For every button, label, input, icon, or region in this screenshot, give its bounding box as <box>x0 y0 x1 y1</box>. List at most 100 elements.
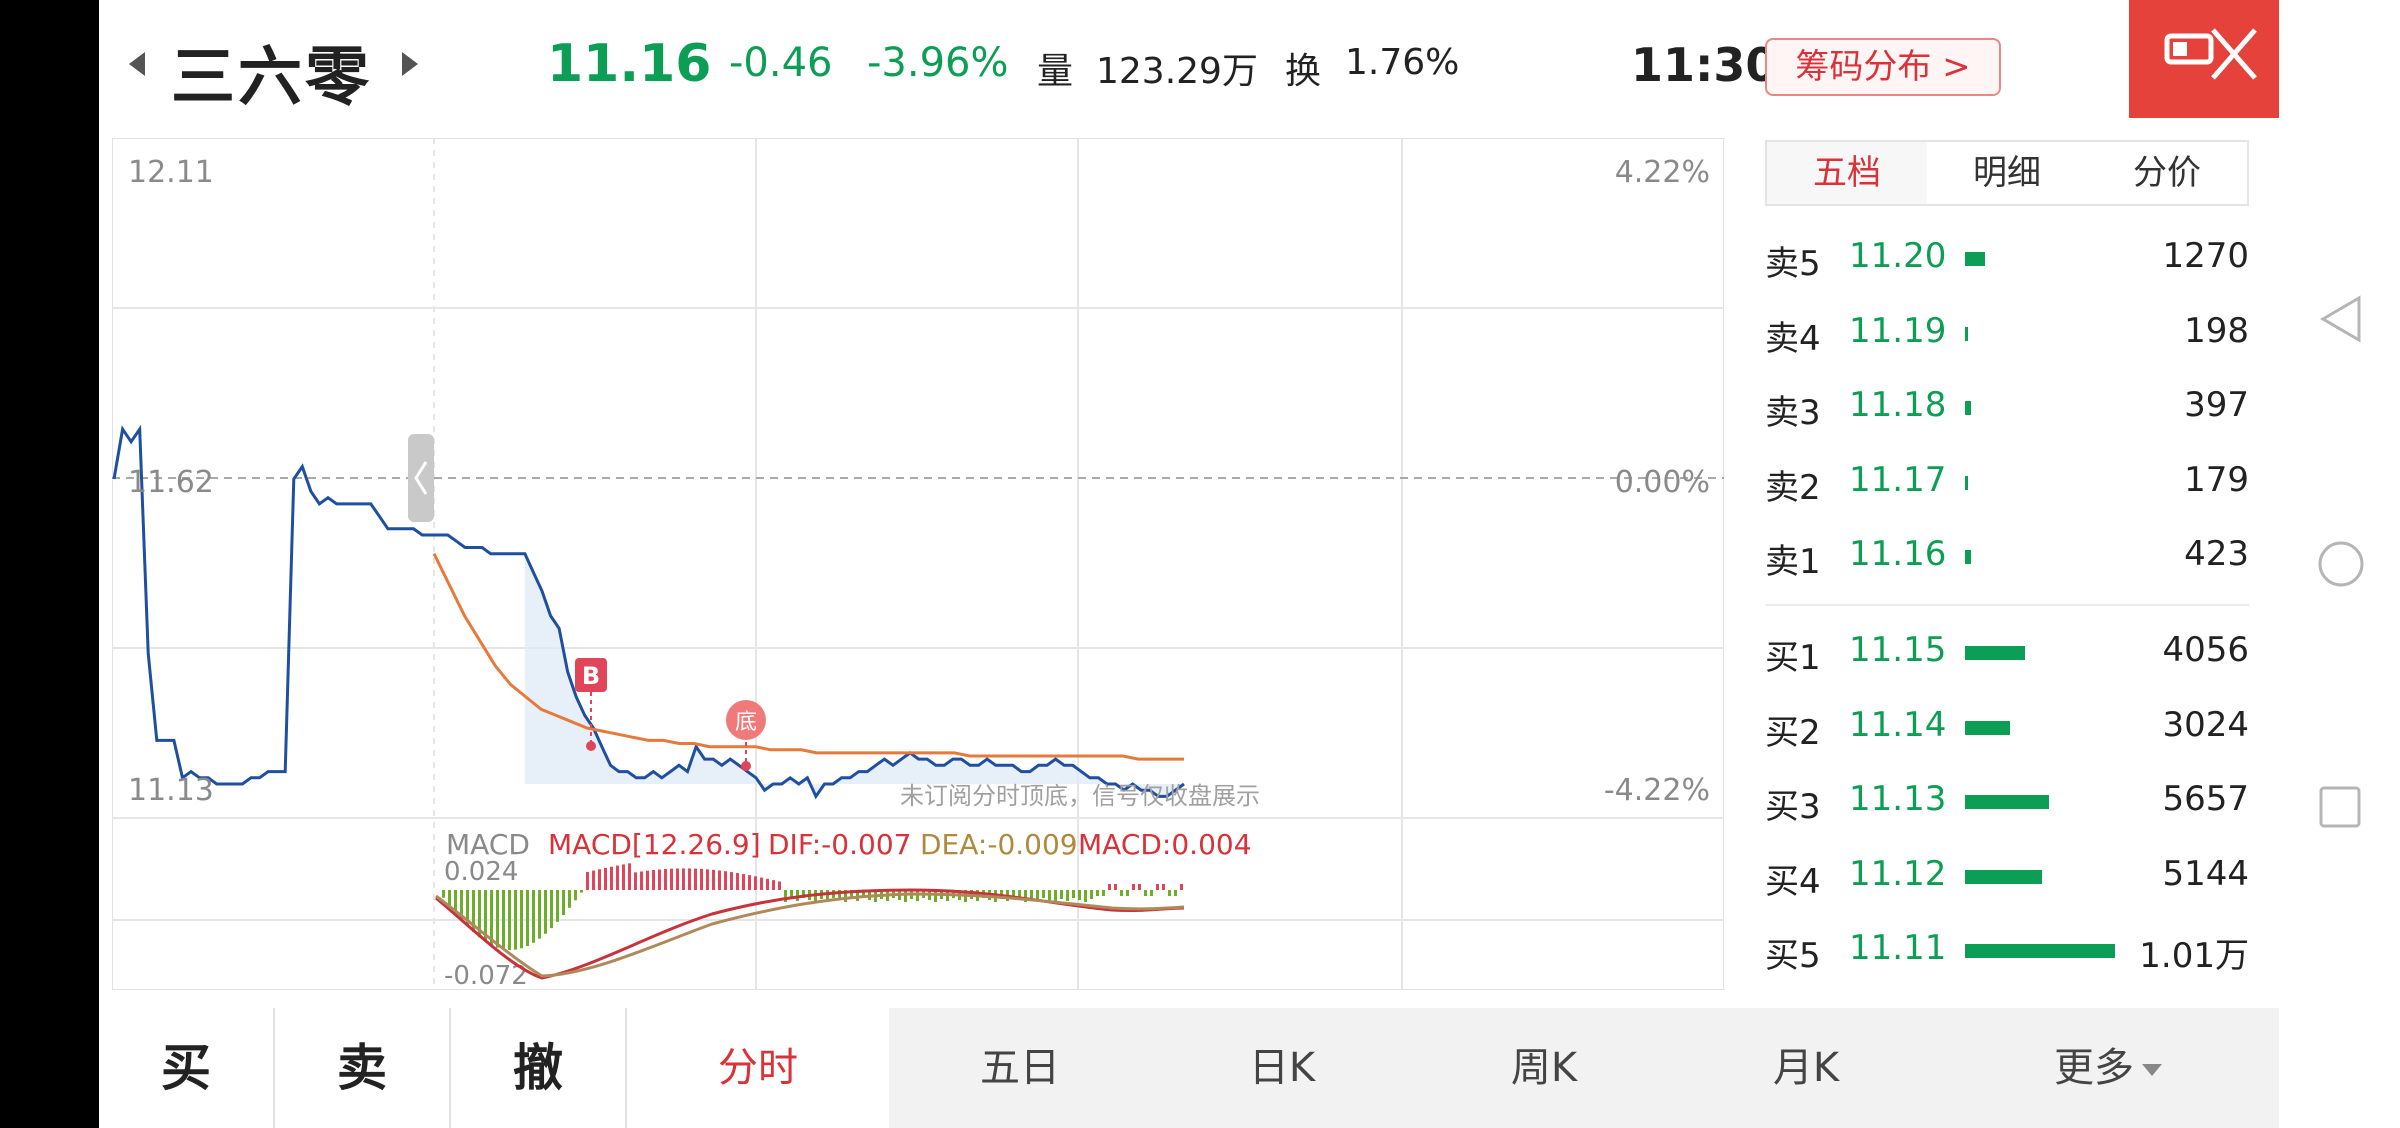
macd-bar <box>1174 890 1177 896</box>
sell-level-row[interactable]: 卖3 11.18 397 <box>1765 379 2249 435</box>
level-volume-bar <box>1965 869 2042 884</box>
buy-button[interactable]: 买 <box>99 1008 275 1128</box>
cancel-order-button[interactable]: 撤 <box>451 1008 627 1128</box>
macd-bar <box>772 880 775 890</box>
tab-weekly-k[interactable]: 周K <box>1413 1008 1675 1128</box>
tab-more[interactable]: 更多 <box>1937 1008 2279 1128</box>
macd-bar <box>724 871 727 890</box>
home-icon[interactable] <box>2318 541 2364 587</box>
level-label: 买2 <box>1765 712 1821 753</box>
macd-bar <box>1114 884 1117 890</box>
macd-bar <box>592 870 595 890</box>
macd-bar <box>736 873 739 890</box>
level-volume-bar <box>1965 720 2010 735</box>
level-volume: 3024 <box>2162 704 2249 745</box>
macd-bar <box>664 869 667 890</box>
level-volume: 5144 <box>2162 853 2249 894</box>
macd-bar <box>628 863 631 890</box>
sell-level-row[interactable]: 卖4 11.19 198 <box>1765 305 2249 361</box>
order-book-divider <box>1765 604 2249 606</box>
level-label: 买3 <box>1765 787 1821 827</box>
price-axis-top: 12.11 <box>128 155 214 190</box>
volume-value: 123.29万 <box>1096 51 1258 92</box>
sell-level-row[interactable]: 卖1 11.16 423 <box>1765 528 2249 584</box>
macd-bar <box>610 866 613 890</box>
buy-level-row[interactable]: 买1 11.15 4056 <box>1765 624 2249 680</box>
bottom-signal-label: 底 <box>735 710 757 735</box>
level-price: 11.16 <box>1849 534 1947 574</box>
level-label: 卖5 <box>1765 244 1821 284</box>
chip-distribution-button[interactable]: 筹码分布 > <box>1765 38 2001 96</box>
back-icon[interactable] <box>2320 295 2361 343</box>
macd-bar <box>580 890 583 893</box>
level-label: 买5 <box>1765 936 1821 976</box>
level-price: 11.14 <box>1849 704 1947 745</box>
tab-five-levels[interactable]: 五档 <box>1767 142 1927 204</box>
macd-bar <box>1102 890 1105 896</box>
tab-five-day[interactable]: 五日 <box>889 1008 1151 1128</box>
level-label: 买4 <box>1765 861 1821 902</box>
tab-monthly-k[interactable]: 月K <box>1675 1008 1937 1128</box>
macd-bar <box>496 890 499 948</box>
macd-bar <box>1144 890 1147 896</box>
more-label: 更多 <box>2054 1045 2134 1091</box>
recents-icon[interactable] <box>2319 786 2361 828</box>
level-volume: 1270 <box>2162 236 2249 276</box>
buy-signal-label: B <box>582 662 600 690</box>
level-volume: 179 <box>2184 459 2249 500</box>
macd-axis-top: 0.024 <box>444 857 518 887</box>
tab-intraday[interactable]: 分时 <box>627 1008 889 1128</box>
macd-bar <box>1138 884 1141 890</box>
macd-bar <box>1150 890 1153 896</box>
macd-bar <box>1132 884 1135 890</box>
bottom-bar: 买 卖 撤 分时 五日 日K 周K 月K 更多 <box>99 1008 2279 1128</box>
macd-bar <box>1162 884 1165 890</box>
price-axis-mid: 11.62 <box>128 465 214 500</box>
intraday-chart[interactable]: 12.11 11.62 11.13 4.22% 0.00% -4.22% B 底… <box>112 138 1724 990</box>
macd-bar <box>748 875 751 890</box>
buy-level-row[interactable]: 买5 11.11 1.01万 <box>1765 922 2249 978</box>
macd-bar <box>1180 884 1183 890</box>
level-price: 11.11 <box>1849 928 1947 968</box>
tab-daily-k[interactable]: 日K <box>1151 1008 1413 1128</box>
macd-bar <box>508 890 511 950</box>
macd-bar <box>622 864 625 890</box>
macd-bar <box>694 868 697 890</box>
chevron-down-icon <box>2142 1064 2162 1076</box>
macd-bar <box>658 869 661 890</box>
sell-button[interactable]: 卖 <box>275 1008 451 1128</box>
signal-watermark: 未订阅分时顶底，信号仅收盘展示 <box>900 782 1260 810</box>
level-volume: 397 <box>2184 385 2249 425</box>
macd-bar <box>778 881 781 890</box>
chart-border <box>112 138 1724 990</box>
price-change: -0.46 <box>729 40 833 86</box>
macd-bar <box>544 890 547 934</box>
close-button[interactable] <box>2129 0 2279 118</box>
macd-bar <box>598 869 601 890</box>
macd-bar <box>526 890 529 947</box>
macd-bar <box>676 868 679 890</box>
level-volume-bar <box>1965 795 2049 809</box>
level-label: 卖2 <box>1765 467 1821 508</box>
level-volume-bar <box>1965 326 1968 341</box>
buy-level-row[interactable]: 买2 11.14 3024 <box>1765 699 2249 755</box>
collapse-handle[interactable] <box>408 434 434 522</box>
next-stock-icon[interactable] <box>402 52 418 76</box>
sell-level-row[interactable]: 卖2 11.17 179 <box>1765 454 2249 510</box>
tab-details[interactable]: 明细 <box>1927 142 2087 204</box>
macd-bar <box>586 871 589 890</box>
sell-level-row[interactable]: 卖5 11.20 1270 <box>1765 230 2249 286</box>
buy-level-row[interactable]: 买3 11.13 5657 <box>1765 773 2249 829</box>
level-volume: 1.01万 <box>2139 936 2249 976</box>
macd-bar <box>1126 890 1129 896</box>
buy-level-row[interactable]: 买4 11.12 5144 <box>1765 848 2249 904</box>
level-label: 卖3 <box>1765 393 1821 433</box>
macd-bar <box>442 890 445 898</box>
prev-stock-icon[interactable] <box>129 52 145 76</box>
macd-value: MACD:0.004 <box>1078 828 1252 861</box>
macd-params: MACD[12.26.9] <box>548 828 761 861</box>
stock-name: 三六零 <box>171 41 372 115</box>
tab-price-split[interactable]: 分价 <box>2087 142 2247 204</box>
macd-bar <box>634 872 637 890</box>
macd-bar <box>550 890 553 929</box>
